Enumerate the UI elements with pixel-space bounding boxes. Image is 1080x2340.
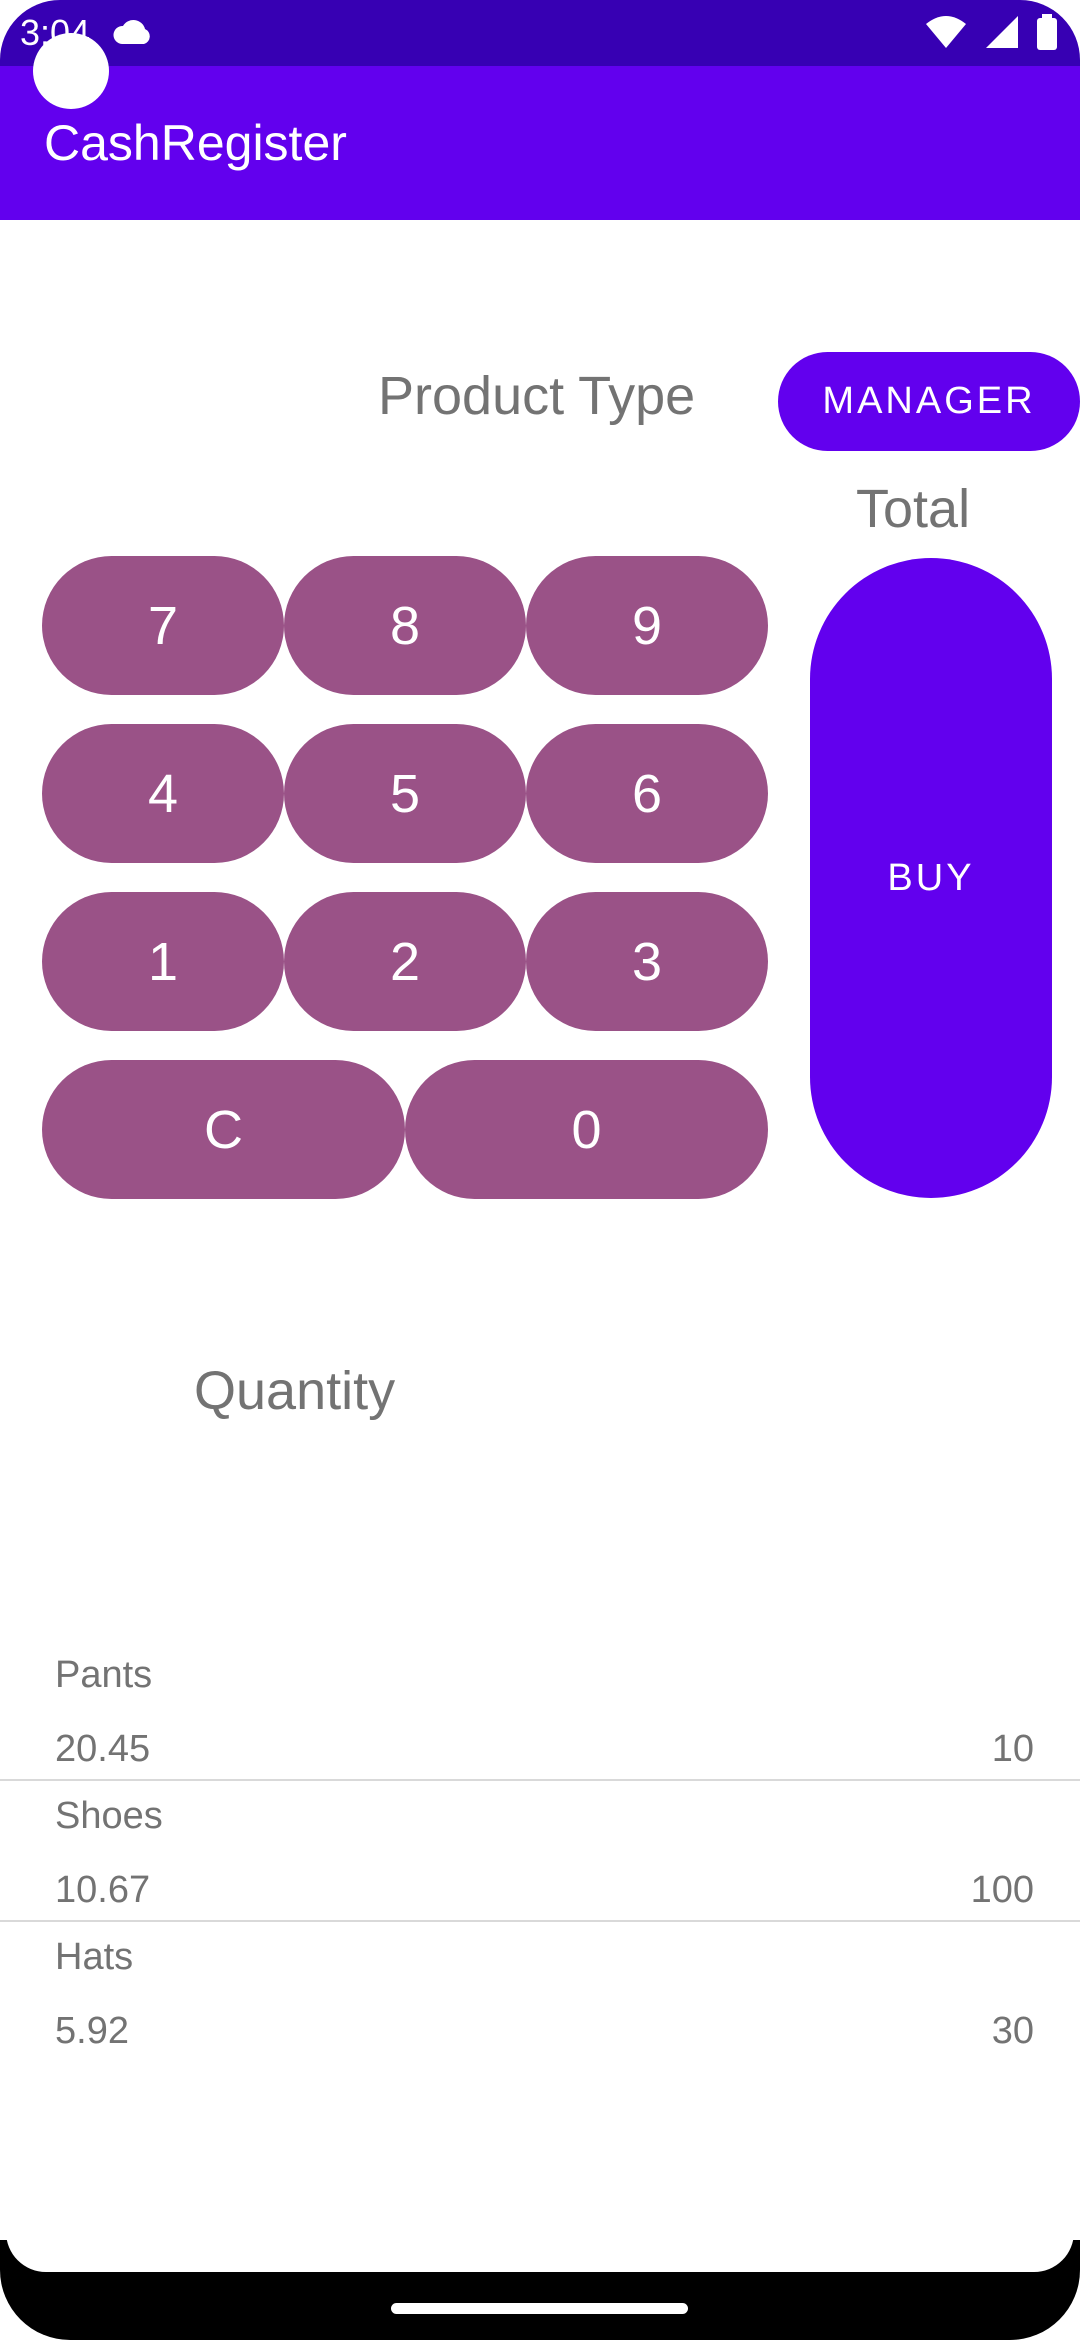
key-7-button[interactable]: 7 [42,556,284,695]
product-quantity: 30 [991,2010,1034,2052]
phone-frame-top: 3:04 CashRegister [0,0,1080,220]
key-3-button[interactable]: 3 [526,892,768,1031]
list-item[interactable]: Hats 5.92 30 [0,1922,1080,2061]
screen-bottom-edge [6,2232,1074,2272]
product-quantity: 10 [991,1728,1034,1770]
product-price: 10.67 [55,1869,151,1911]
product-type-label: Product Type [378,366,696,426]
product-quantity: 100 [970,1869,1034,1911]
product-name: Shoes [55,1795,163,1837]
key-5-button[interactable]: 5 [284,724,526,863]
product-name: Pants [55,1654,153,1696]
status-bar: 3:04 [0,0,1080,66]
app-title: CashRegister [44,115,347,171]
product-name: Hats [55,1936,134,1978]
camera-cutout [33,33,109,109]
list-item[interactable]: Shoes 10.67 100 [0,1781,1080,1922]
battery-icon [1036,14,1058,55]
home-handle[interactable] [391,2303,688,2314]
manager-button[interactable]: MANAGER [778,352,1080,451]
app-bar: CashRegister [0,66,1080,220]
key-9-button[interactable]: 9 [526,556,768,695]
key-0-button[interactable]: 0 [405,1060,768,1199]
wifi-icon [924,14,968,55]
signal-icon [984,14,1020,55]
product-price: 5.92 [55,2010,129,2052]
quantity-label: Quantity [194,1361,396,1421]
status-icons [924,14,1058,55]
total-label: Total [856,479,971,539]
key-8-button[interactable]: 8 [284,556,526,695]
buy-button[interactable]: BUY [810,558,1052,1198]
key-6-button[interactable]: 6 [526,724,768,863]
cloud-icon [112,18,154,51]
list-item[interactable]: Pants 20.45 10 [0,1640,1080,1781]
product-price: 20.45 [55,1728,151,1770]
key-2-button[interactable]: 2 [284,892,526,1031]
key-1-button[interactable]: 1 [42,892,284,1031]
clear-button[interactable]: C [42,1060,405,1199]
key-4-button[interactable]: 4 [42,724,284,863]
product-list[interactable]: Pants 20.45 10 Shoes 10.67 100 Hats 5.92… [0,1640,1080,2061]
